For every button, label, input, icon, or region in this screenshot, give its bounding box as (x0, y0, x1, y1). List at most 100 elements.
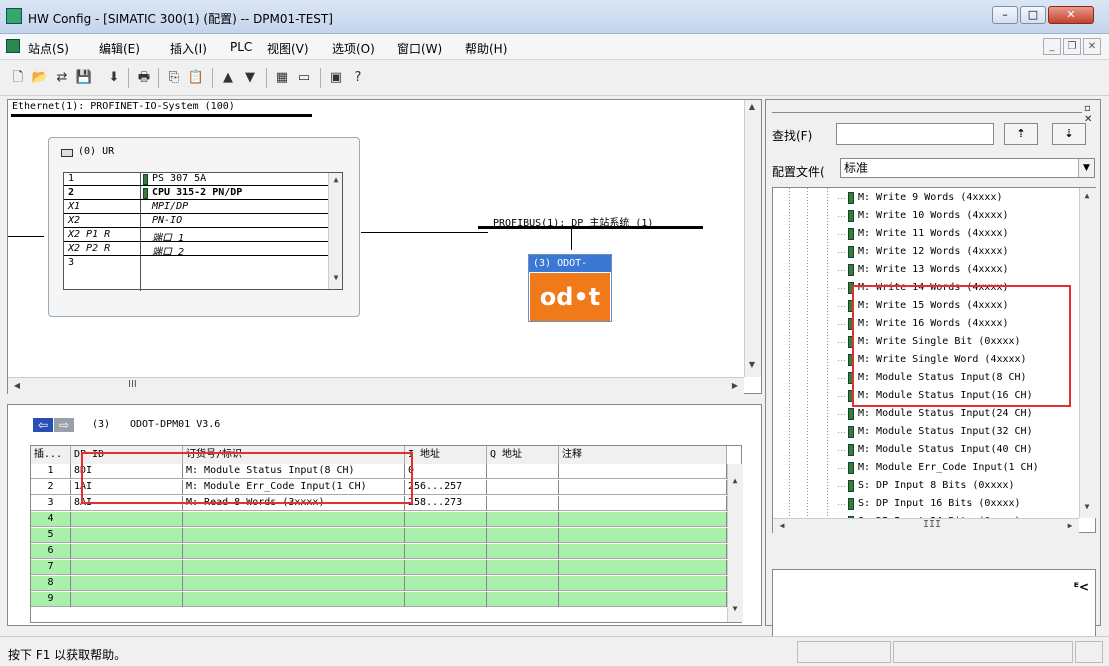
table-cell-comment[interactable] (559, 512, 727, 527)
rack-scrollbar[interactable]: ▲ ▼ (328, 173, 342, 289)
table-cell-qaddr[interactable] (487, 560, 559, 575)
table-cell-comment[interactable] (559, 464, 727, 479)
mdi-minimize-button[interactable]: _ (1043, 38, 1061, 55)
table-cell-dpid[interactable] (71, 576, 183, 591)
table-cell-comment[interactable] (559, 528, 727, 543)
scroll-down-icon[interactable]: ▼ (1080, 502, 1094, 511)
table-cell-order[interactable] (183, 528, 405, 543)
catalog-icon[interactable]: ▦ (272, 68, 292, 88)
scroll-up-icon[interactable]: ▲ (745, 102, 759, 111)
rack-row[interactable]: 1 PS 307 5A (64, 173, 328, 186)
table-cell-iaddr[interactable] (405, 592, 487, 607)
info-toggle-icon[interactable]: ᴱ< (1074, 580, 1089, 594)
table-row[interactable]: 5 (31, 528, 727, 543)
table-cell-slot[interactable]: 2 (31, 480, 71, 495)
menu-station[interactable]: 站点(S) (28, 40, 69, 57)
catalog-item[interactable]: S: DP Input 16 Bits (0xxxx) (838, 495, 1021, 513)
rack-row[interactable]: X2 P1 R 端口 1 (64, 229, 328, 244)
column-header-slot[interactable]: 插... (31, 446, 71, 464)
table-cell-order[interactable] (183, 512, 405, 527)
menu-help[interactable]: 帮助(H) (465, 40, 507, 57)
menu-plc[interactable]: PLC (230, 40, 252, 54)
scroll-right-icon[interactable]: ▶ (728, 381, 742, 390)
find-down-button[interactable]: ⇣ (1052, 123, 1086, 145)
table-row[interactable]: 9 (31, 592, 727, 607)
rack-table[interactable]: 1 PS 307 5A 2 CPU 315-2 PN/DP X1 MPI/DP … (63, 172, 343, 291)
table-cell-iaddr[interactable] (405, 512, 487, 527)
table-cell-slot[interactable]: 6 (31, 544, 71, 559)
network-icon[interactable]: ⇄ (52, 68, 72, 88)
catalog-item[interactable]: M: Write 13 Words (4xxxx) (838, 261, 1009, 279)
profile-select[interactable]: 标准 ▼ (840, 158, 1095, 178)
find-input[interactable] (836, 123, 994, 145)
table-cell-qaddr[interactable] (487, 576, 559, 591)
forward-arrow-icon[interactable]: ⇨ (54, 418, 74, 432)
scroll-down-icon[interactable]: ▼ (329, 273, 343, 282)
column-header-i-address[interactable]: I 地址 (405, 446, 487, 464)
table-cell-dpid[interactable] (71, 544, 183, 559)
save-icon[interactable]: 💾 (74, 68, 94, 88)
table-cell-order[interactable] (183, 576, 405, 591)
profinet-bus-line[interactable] (11, 114, 312, 117)
print-icon[interactable]: 🖶 (134, 68, 154, 88)
table-cell-order[interactable] (183, 560, 405, 575)
table-cell-dpid[interactable] (71, 528, 183, 543)
catalog-window-controls[interactable]: ▫ ✕ (1084, 103, 1100, 125)
catalog-item[interactable]: M: Module Status Input(24 CH) (838, 405, 1033, 423)
profibus-bus-line[interactable] (478, 226, 703, 229)
table-row[interactable]: 8 (31, 576, 727, 591)
station-vertical-scrollbar[interactable]: ▲ ▼ (744, 100, 761, 377)
table-cell-qaddr[interactable] (487, 464, 559, 479)
scroll-right-icon[interactable]: ▶ (1063, 521, 1077, 530)
new-icon[interactable]: 🗋 (8, 68, 28, 88)
table-cell-iaddr[interactable] (405, 544, 487, 559)
table-cell-slot[interactable]: 4 (31, 512, 71, 527)
catalog-item[interactable]: M: Write 12 Words (4xxxx) (838, 243, 1009, 261)
table-row[interactable]: 6 (31, 544, 727, 559)
minimize-button[interactable]: – (992, 6, 1018, 24)
mdi-restore-button[interactable]: ❐ (1063, 38, 1081, 55)
maximize-button[interactable]: □ (1020, 6, 1046, 24)
back-arrow-icon[interactable]: ⇦ (33, 418, 53, 432)
scroll-up-icon[interactable]: ▲ (329, 175, 343, 184)
scroll-up-icon[interactable]: ▲ (1080, 191, 1094, 200)
chevron-down-icon[interactable]: ▼ (1078, 159, 1094, 177)
station-horizontal-scrollbar[interactable]: ◀ III ▶ (8, 377, 744, 394)
table-cell-dpid[interactable] (71, 560, 183, 575)
paste-icon[interactable]: 📋 (186, 68, 206, 88)
table-cell-iaddr[interactable]: 256...257 (405, 480, 487, 495)
column-header-comment[interactable]: 注释 (559, 446, 727, 464)
catalog-item[interactable]: M: Write 11 Words (4xxxx) (838, 225, 1009, 243)
rack-window[interactable]: (0) UR 1 PS 307 5A 2 CPU 315-2 PN/DP X1 … (48, 137, 360, 317)
odot-device[interactable]: (3) ODOT- od•t (528, 254, 612, 322)
table-cell-dpid[interactable] (71, 512, 183, 527)
rack-row[interactable]: X1 MPI/DP (64, 201, 328, 214)
table-cell-slot[interactable]: 7 (31, 560, 71, 575)
menu-edit[interactable]: 编辑(E) (99, 40, 140, 57)
catalog-item[interactable]: M: Module Status Input(32 CH) (838, 423, 1033, 441)
table-cell-order[interactable] (183, 544, 405, 559)
table-cell-iaddr[interactable] (405, 560, 487, 575)
menu-options[interactable]: 选项(O) (332, 40, 375, 57)
help-icon[interactable]: ? (348, 68, 368, 88)
table-cell-iaddr[interactable] (405, 576, 487, 591)
table-cell-comment[interactable] (559, 560, 727, 575)
column-header-q-address[interactable]: Q 地址 (487, 446, 559, 464)
download-module-icon[interactable]: ▼ (240, 68, 260, 88)
scroll-left-icon[interactable]: ◀ (775, 521, 789, 530)
table-cell-qaddr[interactable] (487, 480, 559, 495)
table-icon[interactable]: ▭ (294, 68, 314, 88)
catalog-vertical-scrollbar[interactable]: ▲ ▼ (1079, 188, 1096, 518)
table-cell-dpid[interactable] (71, 592, 183, 607)
catalog-item[interactable]: M: Module Err_Code Input(1 CH) (838, 459, 1039, 477)
find-up-button[interactable]: ⇡ (1004, 123, 1038, 145)
table-cell-iaddr[interactable] (405, 528, 487, 543)
rack-row[interactable]: X2 P2 R 端口 2 (64, 243, 328, 258)
mdi-close-button[interactable]: ✕ (1083, 38, 1101, 55)
table-cell-qaddr[interactable] (487, 544, 559, 559)
table-cell-iaddr[interactable]: 258...273 (405, 496, 487, 511)
table-cell-iaddr[interactable]: 0 (405, 464, 487, 479)
menu-insert[interactable]: 插入(I) (170, 40, 207, 57)
station-view[interactable]: Ethernet(1): PROFINET-IO-System (100) (0… (7, 99, 762, 394)
table-cell-qaddr[interactable] (487, 592, 559, 607)
